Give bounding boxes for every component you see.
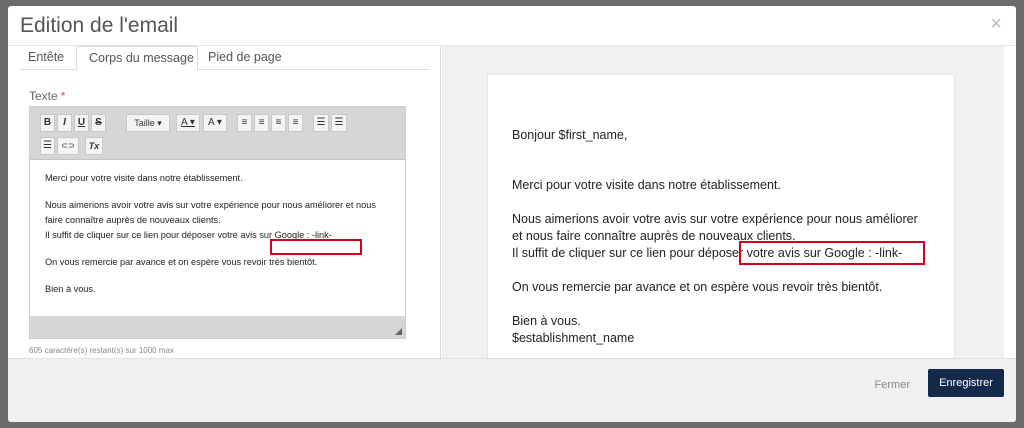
align-left-button[interactable]: ≡: [237, 114, 252, 132]
required-marker: *: [60, 89, 66, 103]
preview-greeting: Bonjour $first_name,: [512, 128, 628, 142]
tab-message-body[interactable]: Corps du message: [76, 46, 198, 71]
bold-button[interactable]: B: [40, 114, 55, 132]
rich-text-editor: B I U S Taille ▾ A ▾ A ▾ ≡ ≡ ≡ ≡ ☰ ☰ ☰ ⊂…: [29, 106, 406, 339]
line-height-button[interactable]: ☰: [40, 137, 55, 155]
preview-paragraph: Merci pour votre visite dans notre établ…: [512, 178, 781, 192]
tab-bar: Entête Corps du message Pied de page: [20, 46, 430, 71]
modal-footer: Fermer Enregistrer: [8, 358, 1016, 422]
highlight-box: [739, 241, 925, 265]
tab-header[interactable]: Entête: [24, 46, 70, 70]
resize-handle-icon[interactable]: [395, 328, 402, 335]
modal-header: Edition de l'email ×: [8, 6, 1016, 46]
link-button[interactable]: ⊂⊃: [57, 137, 79, 155]
editor-paragraph: Merci pour votre visite dans notre établ…: [45, 173, 243, 183]
editor-paragraph: Nous aimerions avoir votre avis sur votr…: [45, 200, 376, 225]
editor-paragraph: On vous remercie par avance et on espère…: [45, 257, 318, 267]
background-color-button[interactable]: A ▾: [203, 114, 227, 132]
align-center-button[interactable]: ≡: [254, 114, 269, 132]
preview-signoff: Bien à vous.: [512, 314, 581, 328]
align-right-button[interactable]: ≡: [271, 114, 286, 132]
close-icon[interactable]: ×: [990, 14, 1002, 34]
justify-button[interactable]: ≡: [288, 114, 303, 132]
italic-button[interactable]: I: [57, 114, 72, 132]
preview-establishment-name: $establishment_name: [512, 331, 635, 345]
editor-paragraph: Bien à vous.: [45, 284, 96, 294]
save-button[interactable]: Enregistrer: [928, 369, 1004, 397]
character-counter: 605 caractère(s) restant(s) sur 1000 max: [29, 346, 174, 355]
ordered-list-button[interactable]: ☰: [331, 114, 347, 132]
tab-footer[interactable]: Pied de page: [202, 46, 282, 70]
preview-paragraph: Nous aimerions avoir votre avis sur votr…: [512, 212, 918, 243]
preview-paragraph: On vous remercie par avance et on espère…: [512, 280, 883, 294]
preview-pane: Bonjour $first_name, Merci pour votre vi…: [442, 46, 1004, 374]
bullet-list-button[interactable]: ☰: [313, 114, 329, 132]
font-color-button[interactable]: A ▾: [176, 114, 200, 132]
close-button[interactable]: Fermer: [875, 379, 910, 391]
modal-title: Edition de l'email: [20, 14, 179, 37]
font-size-dropdown[interactable]: Taille ▾: [126, 114, 170, 132]
editor-pane: Entête Corps du message Pied de page Tex…: [8, 46, 441, 358]
email-preview: Bonjour $first_name, Merci pour votre vi…: [487, 74, 955, 374]
email-edit-modal: Edition de l'email × Entête Corps du mes…: [8, 6, 1016, 422]
text-field-label: Texte *: [29, 89, 65, 103]
text-field-label-text: Texte: [29, 89, 58, 103]
editor-toolbar: B I U S Taille ▾ A ▾ A ▾ ≡ ≡ ≡ ≡ ☰ ☰ ☰ ⊂…: [30, 107, 405, 160]
clear-format-button[interactable]: Tx: [85, 137, 103, 155]
underline-button[interactable]: U: [74, 114, 89, 132]
highlight-box: [270, 239, 362, 255]
strikethrough-button[interactable]: S: [91, 114, 106, 132]
editor-status-bar: [30, 316, 405, 338]
